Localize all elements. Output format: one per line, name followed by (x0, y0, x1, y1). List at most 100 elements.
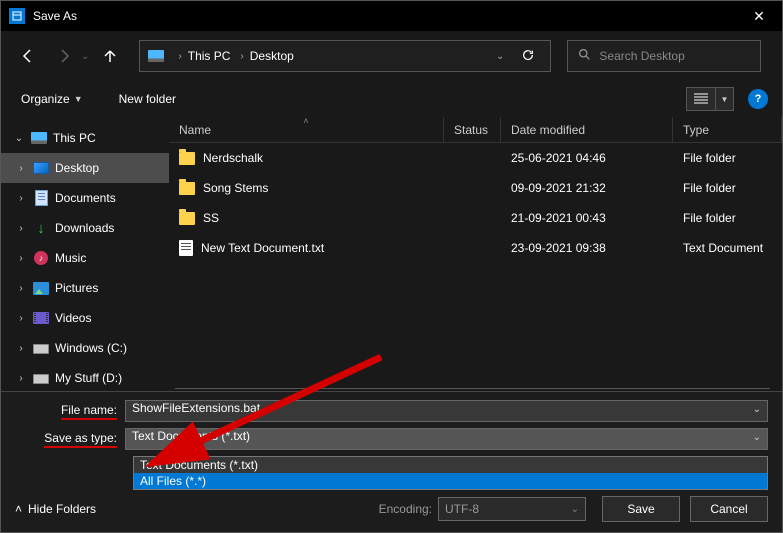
tree-label: Windows (C:) (55, 341, 127, 355)
tree-desktop[interactable]: › Desktop (1, 153, 169, 183)
footer: ˄ Hide Folders Encoding: UTF-8 ⌄ Save Ca… (15, 490, 768, 522)
tree-videos[interactable]: › Videos (1, 303, 169, 333)
file-row[interactable]: New Text Document.txt 23-09-2021 09:38Tex… (169, 233, 782, 263)
tree-label: Documents (55, 191, 116, 205)
up-button[interactable] (95, 41, 125, 71)
address-dropdown-icon[interactable]: ⌄ (496, 51, 504, 62)
hide-folders-label: Hide Folders (28, 502, 96, 516)
folder-icon (179, 212, 195, 225)
close-button[interactable]: ✕ (736, 1, 782, 31)
toolbar: Organize ▼ New folder ▼ ? (1, 81, 782, 117)
tree-label: Pictures (55, 281, 98, 295)
sidebar: ⌄ This PC › Desktop › Documents › ↓ Down… (1, 117, 169, 391)
new-folder-label: New folder (119, 92, 176, 106)
filename-input[interactable]: ShowFileExtensions.bat ⌄ (125, 400, 768, 422)
history-dropdown-icon[interactable]: ⌄ (81, 51, 89, 62)
file-row[interactable]: Nerdschalk25-06-2021 04:46File folder (169, 143, 782, 173)
expand-icon[interactable]: › (15, 253, 27, 264)
chevron-right-icon: › (240, 51, 243, 62)
saveastype-dropdown: Text Documents (*.txt) All Files (*.*) (133, 456, 768, 490)
folder-icon (179, 182, 195, 195)
tree-downloads[interactable]: › ↓ Downloads (1, 213, 169, 243)
search-input[interactable] (599, 49, 754, 63)
view-dropdown-button[interactable]: ▼ (716, 87, 734, 111)
forward-button[interactable] (49, 41, 79, 71)
expand-icon[interactable]: › (15, 163, 27, 174)
encoding-value: UTF-8 (445, 502, 479, 516)
save-button[interactable]: Save (602, 496, 680, 522)
expand-icon[interactable]: › (15, 283, 27, 294)
filetype-option-txt[interactable]: Text Documents (*.txt) (134, 457, 767, 473)
save-as-dialog: Save As ✕ ⌄ › This PC › Desktop ⌄ (0, 0, 783, 533)
column-label: Name (179, 123, 211, 137)
file-type: File folder (673, 151, 782, 165)
desktop-icon (33, 160, 49, 176)
titlebar: Save As ✕ (1, 1, 782, 31)
downloads-icon: ↓ (33, 220, 49, 236)
column-status[interactable]: Status (444, 117, 501, 142)
file-name: New Text Document.txt (201, 241, 324, 255)
expand-icon[interactable]: › (15, 223, 27, 234)
tree-pictures[interactable]: › Pictures (1, 273, 169, 303)
hide-folders-button[interactable]: ˄ Hide Folders (15, 502, 96, 516)
column-date[interactable]: Date modified (501, 117, 673, 142)
expand-icon[interactable]: › (15, 193, 27, 204)
tree-label: This PC (53, 131, 96, 145)
search-box[interactable] (567, 40, 761, 72)
chevron-up-icon: ˄ (15, 502, 22, 516)
encoding-select[interactable]: UTF-8 ⌄ (438, 497, 586, 521)
cancel-button[interactable]: Cancel (690, 496, 768, 522)
file-date: 25-06-2021 04:46 (501, 151, 673, 165)
tree-drive-d[interactable]: › My Stuff (D:) (1, 363, 169, 391)
new-folder-button[interactable]: New folder (113, 88, 182, 110)
refresh-button[interactable] (514, 48, 542, 65)
documents-icon (33, 190, 49, 206)
saveastype-row: Save as type: Text Documents (*.txt) ⌄ (15, 428, 768, 450)
file-date: 21-09-2021 00:43 (501, 211, 673, 225)
file-date: 23-09-2021 09:38 (501, 241, 673, 255)
pictures-icon (33, 280, 49, 296)
file-row[interactable]: Song Stems09-09-2021 21:32File folder (169, 173, 782, 203)
folder-icon (179, 152, 195, 165)
tree-label: Desktop (55, 161, 99, 175)
file-list[interactable]: Nerdschalk25-06-2021 04:46File folderSon… (169, 143, 782, 391)
filetype-option-all[interactable]: All Files (*.*) (134, 473, 767, 489)
chevron-down-icon: ▼ (74, 94, 83, 104)
address-bar[interactable]: › This PC › Desktop ⌄ (139, 40, 551, 72)
chevron-down-icon[interactable]: ⌄ (753, 404, 761, 415)
collapse-icon[interactable]: ⌄ (13, 133, 25, 144)
back-button[interactable] (13, 41, 43, 71)
expand-icon[interactable]: › (15, 373, 27, 384)
file-row[interactable]: SS21-09-2021 00:43File folder (169, 203, 782, 233)
drive-icon (33, 340, 49, 356)
file-type: File folder (673, 211, 782, 225)
view-button[interactable] (686, 87, 716, 111)
file-type: File folder (673, 181, 782, 195)
help-button[interactable]: ? (748, 89, 768, 109)
app-icon (9, 8, 25, 24)
tree-documents[interactable]: › Documents (1, 183, 169, 213)
filename-value: ShowFileExtensions.bat (132, 401, 260, 415)
expand-icon[interactable]: › (15, 343, 27, 354)
breadcrumb-leaf[interactable]: Desktop (250, 49, 294, 63)
expand-icon[interactable]: › (15, 313, 27, 324)
tree-this-pc[interactable]: ⌄ This PC (1, 123, 169, 153)
pc-icon (148, 50, 164, 62)
file-type: Text Document (673, 241, 782, 255)
filename-label: File name: (15, 403, 125, 420)
cancel-label: Cancel (710, 502, 747, 516)
encoding-label: Encoding: (379, 502, 432, 516)
filename-row: File name: ShowFileExtensions.bat ⌄ (15, 400, 768, 422)
tree-label: Videos (55, 311, 91, 325)
column-type[interactable]: Type (673, 117, 782, 142)
column-name[interactable]: Name ˄ (169, 117, 444, 142)
tree-drive-c[interactable]: › Windows (C:) (1, 333, 169, 363)
organize-button[interactable]: Organize ▼ (15, 88, 89, 110)
chevron-down-icon[interactable]: ⌄ (753, 432, 761, 443)
column-headers: Name ˄ Status Date modified Type (169, 117, 782, 143)
saveastype-select[interactable]: Text Documents (*.txt) ⌄ (125, 428, 768, 450)
breadcrumb-root[interactable]: This PC (188, 49, 231, 63)
organize-label: Organize (21, 92, 70, 106)
tree-music[interactable]: › ♪ Music (1, 243, 169, 273)
chevron-down-icon: ⌄ (571, 504, 579, 515)
